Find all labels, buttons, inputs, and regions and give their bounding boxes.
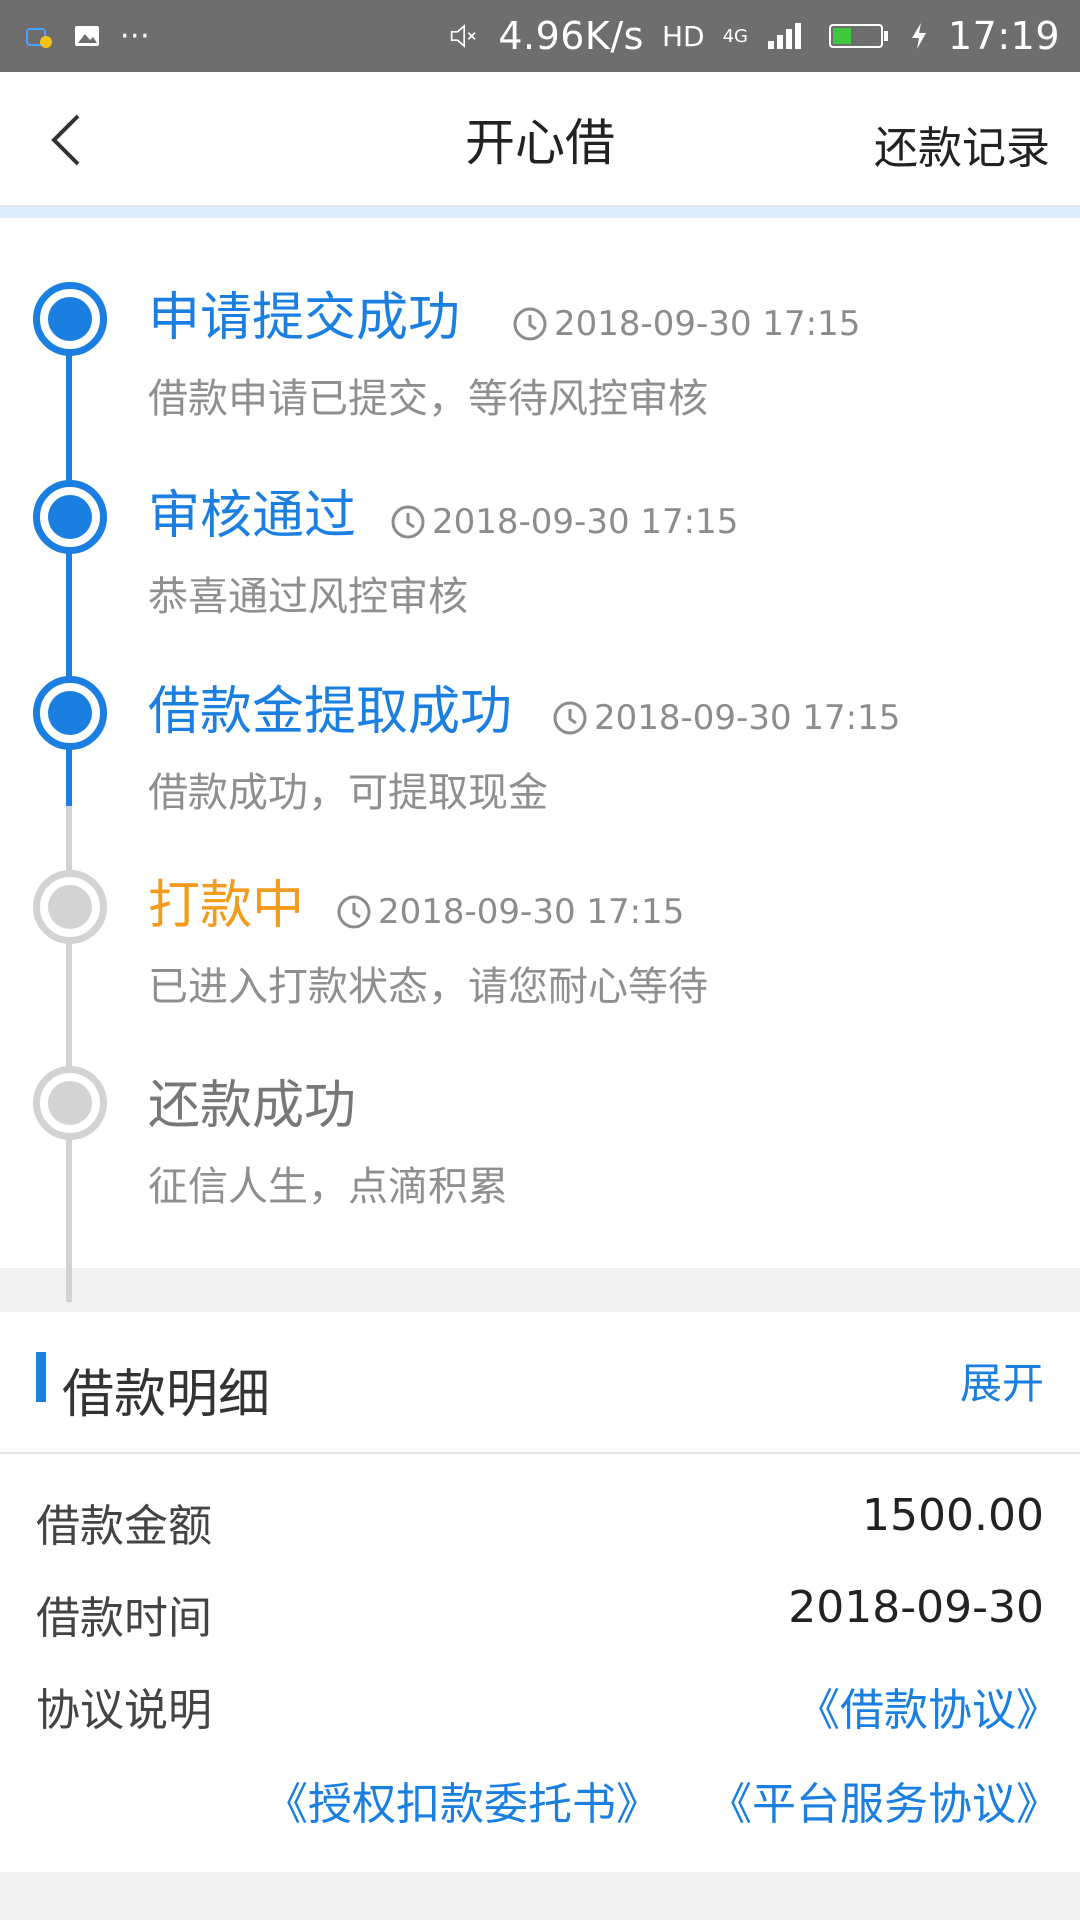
timeline-step-disbursing: 打款中 2018-09-30 17:15 已进入打款状态，请您耐心等待 xyxy=(0,870,1080,1020)
authorization-debit-link[interactable]: 《授权扣款委托书》 xyxy=(264,1768,660,1832)
status-bar-left: ··· xyxy=(24,19,150,54)
step-description: 已进入打款状态，请您耐心等待 xyxy=(148,964,708,1010)
section-title: 借款明细 xyxy=(62,1365,271,1425)
status-bar-right: 4.96K/s HD 4G 17:19 xyxy=(450,14,1060,58)
detail-row-amount: 借款金额 1500.00 xyxy=(0,1490,1080,1580)
step-node xyxy=(33,1066,107,1140)
detail-row-more-agreements: 《平台服务协议》 《授权扣款委托书》 xyxy=(0,1768,1080,1858)
detail-row-time: 借款时间 2018-09-30 xyxy=(0,1582,1080,1672)
network-speed: 4.96K/s xyxy=(498,14,644,58)
step-time: 2018-09-30 17:15 xyxy=(552,698,900,738)
timeline-step-submitted: 申请提交成功 2018-09-30 17:15 借款申请已提交，等待风控审核 xyxy=(0,282,1080,432)
charging-icon xyxy=(908,21,930,51)
step-title: 打款中 xyxy=(148,876,305,936)
step-title: 还款成功 xyxy=(148,1076,357,1136)
hd-indicator: HD xyxy=(661,19,705,53)
repayment-records-button[interactable]: 还款记录 xyxy=(874,112,1050,176)
row-label: 借款金额 xyxy=(36,1501,212,1552)
clock-icon xyxy=(391,505,425,539)
clock: 17:19 xyxy=(947,14,1060,58)
back-button[interactable] xyxy=(36,108,96,172)
step-time: 2018-09-30 17:15 xyxy=(512,304,860,344)
clock-icon xyxy=(513,307,547,341)
clock-icon xyxy=(553,701,587,735)
row-value: 2018-09-30 xyxy=(788,1582,1044,1633)
nav-accent-strip xyxy=(0,206,1080,218)
step-time: 2018-09-30 17:15 xyxy=(336,892,684,932)
app-notification-icon xyxy=(24,21,54,51)
step-title: 借款金提取成功 xyxy=(148,682,513,742)
step-description: 借款申请已提交，等待风控审核 xyxy=(148,376,708,422)
mute-icon xyxy=(450,21,480,51)
network-type: 4G xyxy=(722,25,748,47)
step-description: 借款成功，可提取现金 xyxy=(148,770,548,816)
loan-progress-timeline: 申请提交成功 2018-09-30 17:15 借款申请已提交，等待风控审核 审… xyxy=(0,218,1080,1302)
section-accent-bar xyxy=(36,1352,46,1402)
row-label: 借款时间 xyxy=(36,1593,212,1644)
step-node xyxy=(33,870,107,944)
timeline-step-withdrawn: 借款金提取成功 2018-09-30 17:15 借款成功，可提取现金 xyxy=(0,676,1080,826)
loan-agreement-link[interactable]: 《借款协议》 xyxy=(796,1674,1060,1738)
row-label: 协议说明 xyxy=(36,1685,212,1736)
step-description: 征信人生，点滴积累 xyxy=(148,1164,508,1210)
row-value: 1500.00 xyxy=(862,1490,1044,1541)
step-title: 申请提交成功 xyxy=(148,288,461,348)
step-node xyxy=(33,282,107,356)
clock-icon xyxy=(337,895,371,929)
more-notifications-icon: ··· xyxy=(120,18,151,54)
timeline-step-repaid: 还款成功 征信人生，点滴积累 xyxy=(0,1066,1080,1216)
expand-button[interactable]: 展开 xyxy=(960,1350,1044,1411)
step-time: 2018-09-30 17:15 xyxy=(390,502,738,542)
detail-row-agreements: 协议说明 《借款协议》 xyxy=(0,1674,1080,1764)
timeline-step-approved: 审核通过 2018-09-30 17:15 恭喜通过风控审核 xyxy=(0,480,1080,630)
platform-service-agreement-link[interactable]: 《平台服务协议》 xyxy=(708,1768,1060,1832)
top-nav-bar: 开心借 还款记录 xyxy=(0,72,1080,206)
step-node xyxy=(33,676,107,750)
loan-detail-card: 借款明细 展开 借款金额 1500.00 借款时间 2018-09-30 协议说… xyxy=(0,1312,1080,1872)
page-title: 开心借 xyxy=(465,113,615,172)
detail-header: 借款明细 展开 xyxy=(0,1312,1080,1454)
status-bar: ··· 4.96K/s HD 4G 17:19 xyxy=(0,0,1080,72)
step-description: 恭喜通过风控审核 xyxy=(148,574,468,620)
step-title: 审核通过 xyxy=(148,486,357,546)
chevron-left-icon xyxy=(51,114,80,166)
step-node xyxy=(33,480,107,554)
signal-icon xyxy=(766,21,810,51)
image-icon xyxy=(72,21,102,51)
battery-icon xyxy=(828,21,890,51)
